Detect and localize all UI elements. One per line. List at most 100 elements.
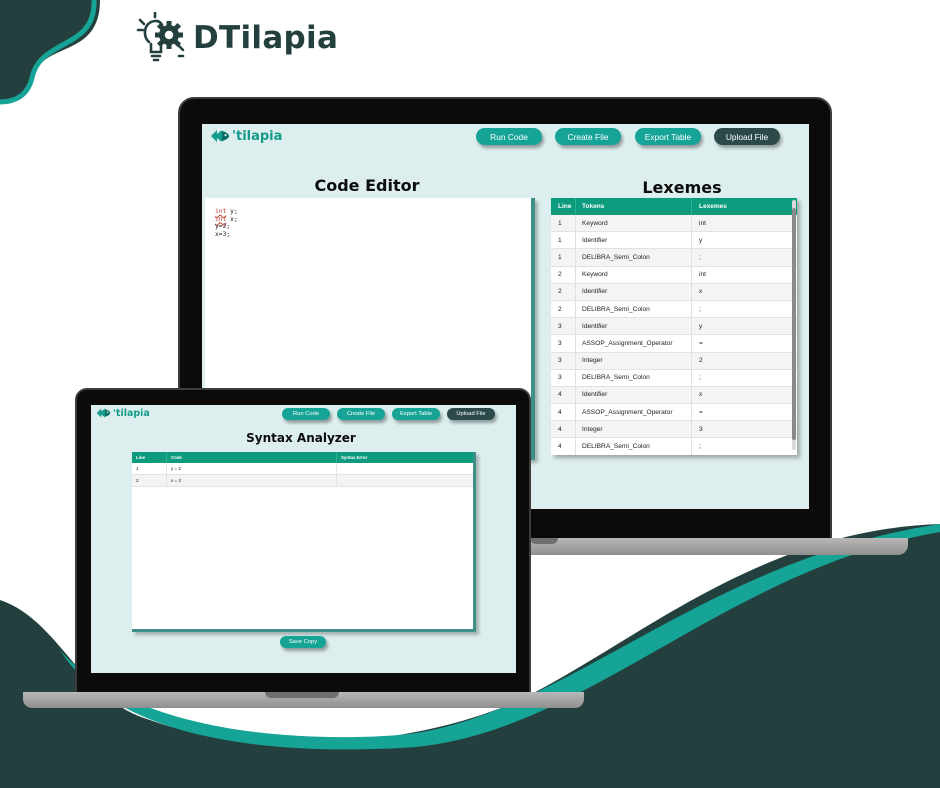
cell-line: 2 bbox=[136, 478, 139, 483]
cell-lexeme: y bbox=[691, 232, 797, 249]
header-code: Code bbox=[166, 452, 336, 463]
cell-line: 1 bbox=[558, 253, 562, 261]
cell-line: 3 bbox=[558, 322, 562, 330]
code-lines: int y; int x; y=2; x=3; bbox=[215, 208, 531, 238]
header-line: Line bbox=[558, 203, 572, 210]
cell-error bbox=[336, 463, 473, 474]
cell-token: DELIBRA_Semi_Colon bbox=[575, 369, 691, 386]
export-table-button[interactable]: Export Table bbox=[635, 128, 701, 145]
tilapia-fish-icon bbox=[211, 130, 229, 142]
table-row: 2 DELIBRA_Semi_Colon; bbox=[551, 300, 797, 319]
cell-token: Keyword bbox=[575, 215, 691, 232]
table-row: 3 ASSOP_Assignment_Operator = bbox=[551, 335, 797, 353]
run-code-button[interactable]: Run Code bbox=[476, 128, 542, 145]
cell-token: Identifier bbox=[575, 386, 691, 404]
table-row: 1 Keyword int bbox=[551, 215, 797, 233]
brand-title: DTilapia bbox=[193, 20, 339, 56]
lexeme-scroll-thumb[interactable] bbox=[792, 208, 796, 440]
app-logo-small: 'tilapia bbox=[96, 407, 150, 419]
syntax-table: Line Code Syntax Error 1 y = 2 2 x = 3 bbox=[132, 452, 476, 632]
cell-line: 3 bbox=[558, 374, 562, 382]
code-editor-title: Code Editor bbox=[314, 176, 420, 195]
cell-line: 4 bbox=[558, 425, 562, 433]
cell-lexeme: y bbox=[691, 318, 797, 335]
cell-line: 3 bbox=[558, 357, 562, 365]
table-row: 4 Integer 3 bbox=[551, 421, 797, 439]
cell-lexeme: = bbox=[691, 335, 797, 352]
large-laptop-notch bbox=[530, 538, 558, 544]
cell-line: 1 bbox=[558, 219, 562, 227]
create-file-button[interactable]: Create File bbox=[555, 128, 621, 145]
code-keyword: int bbox=[215, 208, 227, 215]
code-text: x; bbox=[226, 215, 238, 223]
lexeme-table: Line Tokens Lexemes 1 Keyword int 1 Identifi… bbox=[551, 198, 797, 455]
tilapia-fish-icon bbox=[96, 408, 111, 418]
table-row: 2 Identifier x bbox=[551, 283, 797, 301]
table-row: 2 Keyword int bbox=[551, 266, 797, 284]
cell-lexeme: int bbox=[691, 215, 797, 232]
cell-lexeme: int bbox=[691, 266, 797, 283]
cell-token: Integer bbox=[575, 421, 691, 438]
table-row: 4 ASSOP_Assignment_Operator = bbox=[551, 404, 797, 422]
cell-token: DELIBRA_Semi_Colon bbox=[575, 438, 691, 455]
cell-lexeme: ; bbox=[691, 438, 797, 455]
cell-lexeme: x bbox=[691, 386, 797, 404]
cell-token: Identifier bbox=[575, 283, 691, 300]
table-row: 3 Integer 2 bbox=[551, 352, 797, 370]
export-table-button-small[interactable]: Export Table bbox=[392, 408, 440, 420]
cell-token: Keyword bbox=[575, 266, 691, 283]
syntax-table-header: Line Code Syntax Error bbox=[132, 452, 473, 463]
cell-lexeme: 3 bbox=[691, 421, 797, 438]
cell-lexeme: ; bbox=[691, 300, 797, 318]
lexeme-table-header: Line Tokens Lexemes bbox=[551, 198, 797, 215]
header-tokens: Tokens bbox=[575, 198, 691, 215]
table-row: 3 DELIBRA_Semi_Colon; bbox=[551, 369, 797, 387]
code-line: int x; bbox=[215, 216, 531, 224]
syntax-table-body: 1 y = 2 2 x = 3 bbox=[132, 463, 473, 487]
upload-file-button-small[interactable]: Upload File bbox=[447, 408, 495, 420]
cell-line: 2 bbox=[558, 271, 562, 279]
code-line: x=3; bbox=[215, 231, 531, 239]
code-keyword: int bbox=[215, 215, 227, 223]
code-text: y=2; bbox=[215, 223, 231, 230]
lexemes-title: Lexemes bbox=[642, 178, 722, 197]
table-row: 4 Identifier x bbox=[551, 386, 797, 405]
cell-code: y = 2 bbox=[166, 463, 336, 474]
cell-token: DELIBRA_Semi_Colon bbox=[575, 249, 691, 266]
brand-header: DTilapia bbox=[135, 12, 338, 64]
code-text: x=3; bbox=[215, 230, 231, 238]
cell-line: 3 bbox=[558, 339, 562, 347]
cell-token: ASSOP_Assignment_Operator bbox=[575, 404, 691, 421]
table-row: 4 DELIBRA_Semi_Colon; bbox=[551, 438, 797, 455]
code-line: y=2; bbox=[215, 223, 531, 231]
cell-token: DELIBRA_Semi_Colon bbox=[575, 300, 691, 318]
run-code-button-small[interactable]: Run Code bbox=[282, 408, 330, 420]
cell-token: Integer bbox=[575, 352, 691, 369]
cell-error bbox=[336, 475, 473, 486]
table-row: 1 DELIBRA_Semi_Colon; bbox=[551, 249, 797, 267]
small-laptop-screen: 'tilapia Run Code Create File Export Tab… bbox=[91, 405, 516, 673]
cell-line: 2 bbox=[558, 288, 562, 296]
cell-line: 1 bbox=[558, 236, 562, 244]
cell-lexeme: x bbox=[691, 283, 797, 300]
cell-token: Identifier bbox=[575, 318, 691, 335]
lexeme-scrollbar[interactable] bbox=[792, 200, 796, 450]
table-row: 1 Identifier y bbox=[551, 232, 797, 250]
create-file-button-small[interactable]: Create File bbox=[337, 408, 385, 420]
cell-lexeme: = bbox=[691, 404, 797, 421]
cell-lexeme: ; bbox=[691, 369, 797, 386]
save-copy-button[interactable]: Save Copy bbox=[280, 636, 326, 648]
table-row: 1 y = 2 bbox=[132, 463, 473, 475]
cell-line: 1 bbox=[136, 466, 139, 471]
cell-line: 2 bbox=[558, 305, 562, 313]
small-laptop-notch bbox=[265, 692, 339, 698]
promo-canvas: DTilapia 'tilapia Run Code Create File E… bbox=[0, 0, 940, 788]
cell-lexeme: 2 bbox=[691, 352, 797, 369]
app-logo-text-small: 'tilapia bbox=[113, 407, 150, 419]
code-line: int y; bbox=[215, 208, 531, 216]
lightbulb-gear-icon bbox=[136, 12, 185, 62]
cell-line: 4 bbox=[558, 408, 562, 416]
cell-token: Identifier bbox=[575, 232, 691, 249]
cell-line: 4 bbox=[558, 443, 562, 451]
upload-file-button[interactable]: Upload File bbox=[714, 128, 780, 145]
